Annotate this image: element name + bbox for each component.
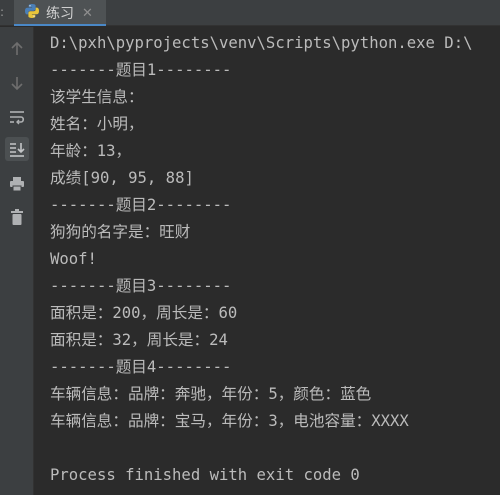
console-line: Woof! bbox=[50, 250, 97, 268]
console-line: -------题目1-------- bbox=[50, 61, 232, 79]
console-line: 姓名：小明， bbox=[50, 115, 144, 133]
console-line: D:\pxh\pyprojects\venv\Scripts\python.ex… bbox=[50, 34, 473, 52]
console-line: 该学生信息： bbox=[50, 88, 144, 106]
tab-bar-edge-marker: : bbox=[0, 5, 5, 19]
console-line: 年龄：13， bbox=[50, 142, 132, 160]
close-icon[interactable]: ✕ bbox=[82, 6, 93, 21]
console-line: -------题目3-------- bbox=[50, 277, 232, 295]
arrow-down-icon[interactable] bbox=[5, 71, 29, 95]
run-console-toolbar bbox=[0, 27, 34, 495]
console-output[interactable]: D:\pxh\pyprojects\venv\Scripts\python.ex… bbox=[35, 27, 500, 495]
console-line: 狗狗的名字是：旺财 bbox=[50, 223, 191, 241]
arrow-up-icon[interactable] bbox=[5, 37, 29, 61]
console-line: 车辆信息：品牌：奔驰，年份：5，颜色：蓝色 bbox=[50, 385, 372, 403]
console-line: 面积是：200，周长是：60 bbox=[50, 304, 238, 322]
python-icon bbox=[24, 3, 40, 23]
editor-tab-bar: : 练习 ✕ bbox=[0, 0, 500, 26]
console-line: -------题目2-------- bbox=[50, 196, 232, 214]
run-tab[interactable]: 练习 ✕ bbox=[14, 0, 106, 26]
console-line: -------题目4-------- bbox=[50, 358, 232, 376]
console-line: Process finished with exit code 0 bbox=[50, 466, 360, 484]
scroll-to-end-icon[interactable] bbox=[5, 137, 29, 161]
print-icon[interactable] bbox=[5, 172, 29, 196]
trash-icon[interactable] bbox=[5, 205, 29, 229]
console-line: 成绩[90, 95, 88] bbox=[50, 169, 194, 187]
soft-wrap-icon[interactable] bbox=[5, 105, 29, 129]
console-line: 面积是：32，周长是：24 bbox=[50, 331, 228, 349]
console-line: 车辆信息：品牌：宝马，年份：3，电池容量：XXXX bbox=[50, 412, 409, 430]
active-tab-indicator bbox=[14, 24, 106, 26]
tab-label: 练习 bbox=[46, 6, 74, 22]
